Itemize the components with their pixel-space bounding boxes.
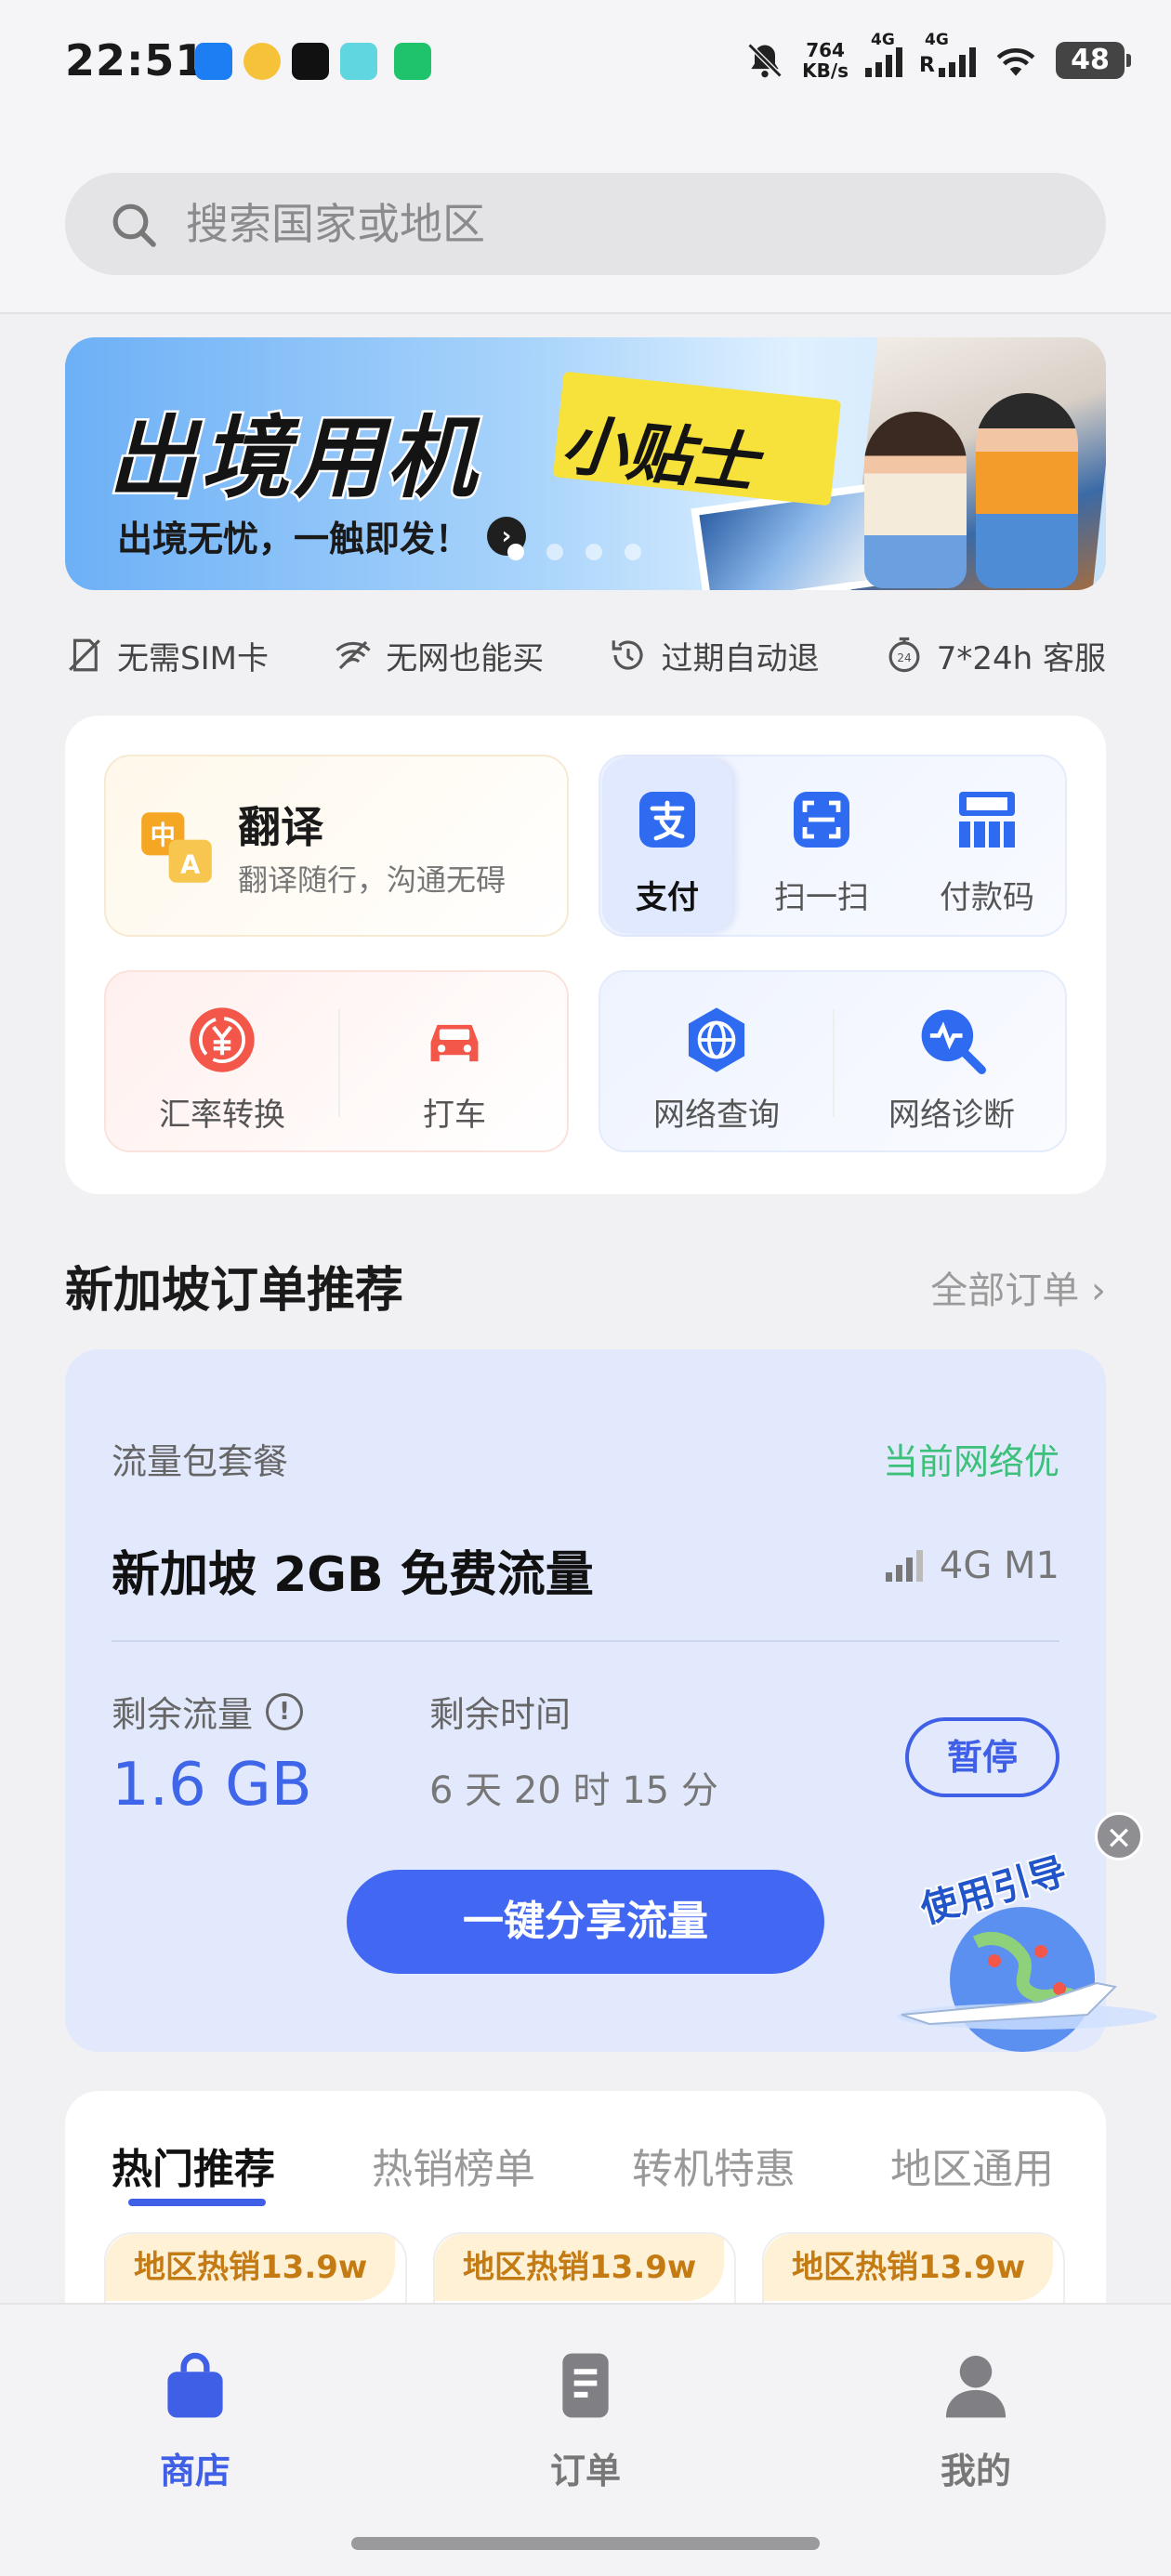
info-icon[interactable]: ! [266,1692,304,1730]
carrier-info: 4G M1 [885,1544,1059,1587]
share-data-button[interactable]: 一键分享流量 [347,1870,824,1974]
feature-item: 过期自动退 [609,633,819,678]
status-right: 764 KB/s 4G 4G R 48 [744,31,1131,84]
mute-bell-icon [747,43,783,78]
24h-service-icon: 24 [888,637,920,673]
nav-store[interactable]: 商店 [102,2351,288,2493]
translate-tool[interactable]: 中A 翻译 翻译随行，沟通无碍 [104,755,569,937]
promo-banner[interactable]: 出境用机 小贴士 出境无忧，一触即发！ › [65,337,1106,590]
network-diagnose-button[interactable]: 网络诊断 [835,972,1069,1154]
payment-code-button[interactable]: 付款码 [903,756,1071,939]
tab-bestseller[interactable]: 热销榜单 [372,2136,535,2195]
scan-button[interactable]: 扫一扫 [738,756,905,939]
feature-item: 24 7*24h 客服 [885,633,1106,678]
signal-icon: 4G [865,31,903,77]
remaining-time-value: 6 天 20 时 15 分 [429,1769,718,1812]
bottom-nav: 商店 订单 我的 [0,2303,1171,2576]
carousel-dot[interactable] [625,544,641,560]
maps-icon [195,43,232,80]
carousel-dot[interactable] [507,544,524,560]
chevron-right-icon: › [1079,1269,1106,1312]
hot-badge: 地区热销13.9w [106,2234,396,2301]
net-speed: 764 KB/s [802,39,849,82]
close-icon[interactable]: ✕ [1095,1812,1143,1860]
scan-icon [794,792,849,848]
exchange-rate-icon [190,1007,255,1072]
banner-tag: 小贴士 [558,406,761,503]
taxi-button[interactable]: 打车 [340,972,569,1154]
network-status: 当前网络优 [882,1441,1059,1482]
hot-badge: 地区热销13.9w [435,2234,725,2301]
banner-traveler-illustration [864,412,967,588]
remaining-data-label: 剩余流量! [112,1686,304,1737]
diagnose-icon [921,1009,986,1074]
nav-orders[interactable]: 订单 [493,2351,678,2493]
feature-item: 无网也能买 [334,633,544,678]
chat-icon [394,43,431,80]
shopping-bag-icon [167,2352,223,2418]
banner-traveler-illustration [976,393,1078,588]
weibo-icon [243,43,281,80]
all-orders-link[interactable]: 全部订单 › [930,1260,1106,1314]
signal-bars-icon [885,1550,923,1582]
status-time: 22:51 [65,35,206,85]
tools-card: 中A 翻译 翻译随行，沟通无碍 支付 扫一扫 付款码 汇率转换 打车 网络查询 … [65,716,1106,1194]
banner-subtitle: 出境无忧，一触即发！ › [117,510,527,561]
signal-roaming-icon: 4G R [919,31,976,77]
remaining-time-label: 剩余时间 [429,1694,572,1735]
tab-hot[interactable]: 热门推荐 [112,2136,275,2195]
search-input[interactable] [186,173,1022,275]
feature-strip: 无需SIM卡 无网也能买 过期自动退 24 7*24h 客服 [65,623,1106,688]
wifi-icon [996,48,1035,76]
car-icon [430,1024,479,1062]
package-type: 流量包套餐 [112,1441,289,1482]
rate-taxi-group: 汇率转换 打车 [104,970,569,1152]
svg-text:24: 24 [897,651,912,664]
carousel-dot[interactable] [586,544,602,560]
nav-profile[interactable]: 我的 [883,2351,1069,2493]
no-network-icon [336,640,371,670]
section-title: 新加坡订单推荐 [65,1263,404,1319]
payment-code-icon [959,792,1015,848]
message-icon [340,43,377,80]
svg-text:A: A [180,850,200,879]
network-query-button[interactable]: 网络查询 [600,972,833,1154]
person-icon [945,2355,1007,2418]
payment-group: 支付 扫一扫 付款码 [599,755,1067,937]
globe-icon [688,1007,745,1072]
divider [112,1640,1059,1642]
search-bar[interactable] [65,173,1106,275]
pause-button[interactable]: 暂停 [905,1717,1059,1797]
network-group: 网络查询 网络诊断 [599,970,1067,1152]
no-sim-icon [69,638,100,672]
search-icon [112,204,156,247]
battery-icon: 48 [1056,42,1131,79]
package-name: 新加坡 2GB 免费流量 [112,1547,594,1603]
tab-regional[interactable]: 地区通用 [890,2136,1054,2195]
exchange-rate-button[interactable]: 汇率转换 [106,972,338,1154]
translate-icon: 中A [141,812,212,883]
remaining-data-value: 1.6 GB [112,1751,312,1820]
banner-title: 出境用机 [106,404,480,513]
carousel-dot[interactable] [546,544,563,560]
home-indicator[interactable] [351,2537,820,2550]
hot-badge: 地区热销13.9w [764,2234,1054,2301]
tiktok-icon [292,43,329,80]
tab-transit-deals[interactable]: 转机特惠 [632,2136,796,2195]
feature-item: 无需SIM卡 [65,633,269,678]
tab-indicator [128,2199,266,2206]
pay-button[interactable]: 支付 [600,756,734,939]
alipay-icon [639,792,695,848]
translate-subtitle: 翻译随行，沟通无碍 [238,862,507,898]
svg-text:中: 中 [151,821,176,850]
history-refund-icon [612,640,643,670]
document-icon [562,2353,609,2418]
translate-title: 翻译 [238,802,323,852]
